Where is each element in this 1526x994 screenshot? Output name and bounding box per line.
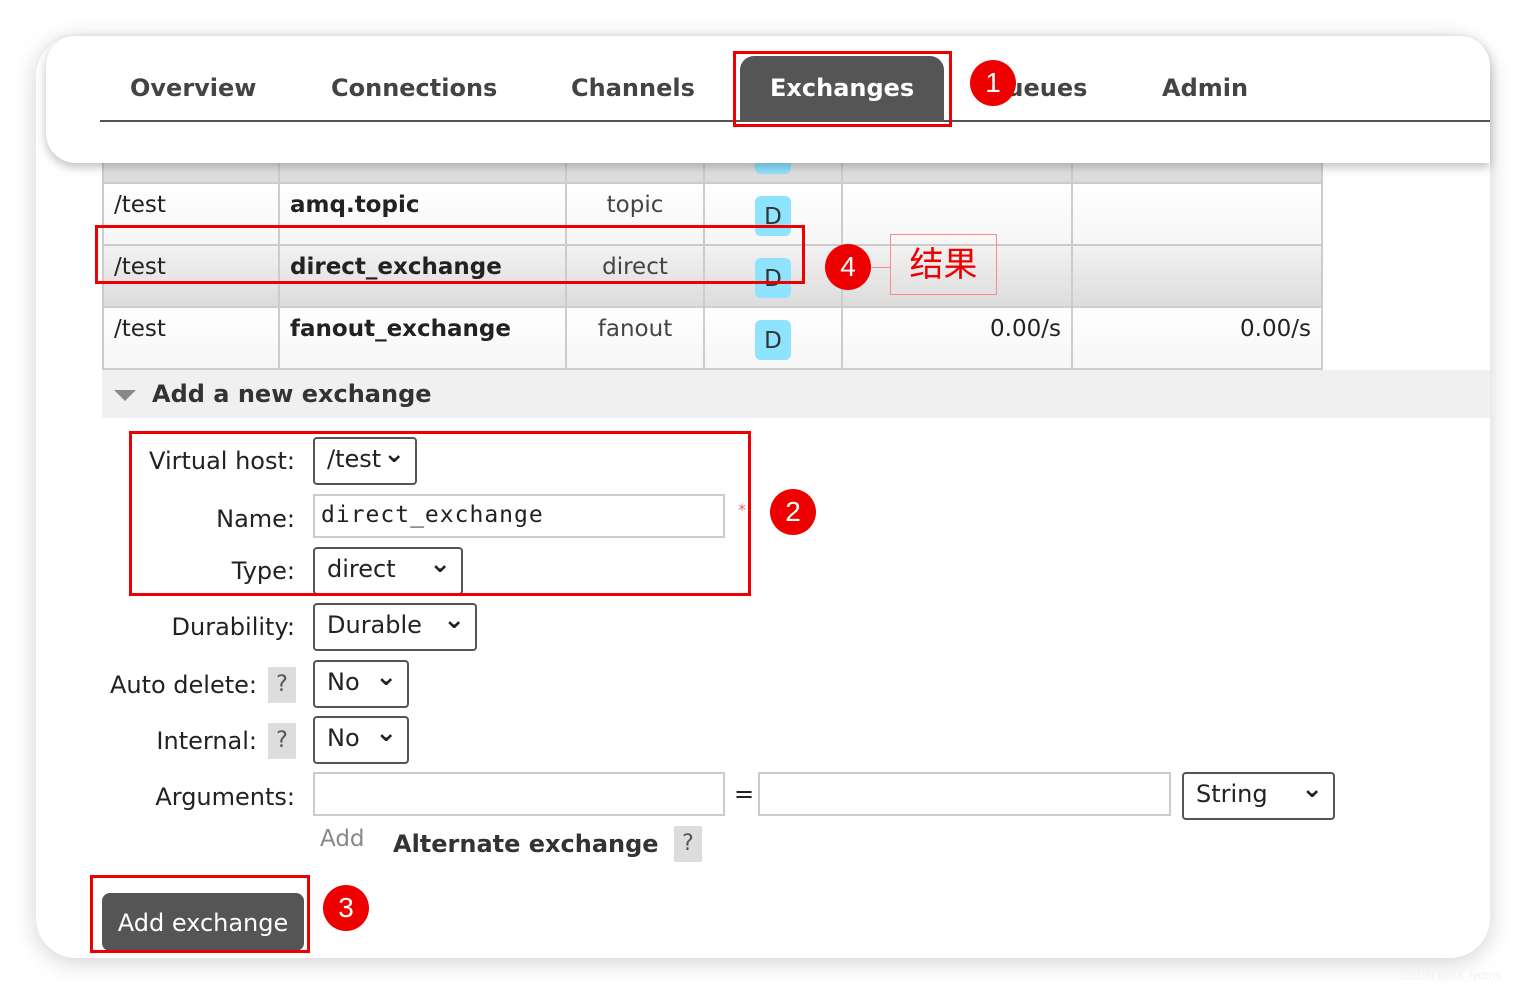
highlight-form-fields [129,431,751,596]
rate-out-cell: 0.00/s [1071,306,1323,370]
rate-in-cell: 0.00/s [841,306,1073,370]
step-1-badge: 1 [970,60,1016,106]
exchange-name-link[interactable]: fanout_exchange [278,306,567,370]
help-icon[interactable]: ? [268,723,296,759]
tab-channels[interactable]: Channels [571,74,695,102]
section-title: Add a new exchange [152,380,432,408]
highlight-result-row [95,225,805,284]
argument-value-input[interactable] [758,772,1171,816]
argument-key-input[interactable] [313,772,725,816]
internal-label: Internal: [156,727,257,755]
argument-type-select[interactable]: String [1182,772,1335,820]
auto-delete-select[interactable]: No [313,660,409,708]
triangle-down-icon [114,390,136,412]
tab-overview[interactable]: Overview [130,74,256,102]
help-icon[interactable]: ? [674,826,702,862]
table-row[interactable]: /test fanout_exchange fanout D 0.00/s 0.00/s [102,306,1323,370]
tab-connections[interactable]: Connections [331,74,497,102]
step-2-badge: 2 [770,489,816,535]
connector-line [871,267,891,268]
tab-admin[interactable]: Admin [1162,74,1248,102]
step-4-badge: 4 [825,244,871,290]
result-label: 结果 [890,234,997,295]
watermark: CSDN @ha_lydms [1400,968,1501,982]
add-argument-link[interactable]: Add [320,826,365,852]
type-cell: fanout [565,306,705,370]
rate-out-cell [1071,244,1323,308]
auto-delete-label: Auto delete: [109,671,257,699]
step-3-badge: 3 [323,885,369,931]
vhost-cell: /test [102,306,280,370]
arguments-label: Arguments: [155,783,295,811]
durability-select[interactable]: Durable [313,603,477,651]
highlight-add-button [90,875,310,953]
durable-badge: D [755,320,791,360]
alternate-exchange-link[interactable]: Alternate exchange [393,830,659,858]
help-icon[interactable]: ? [268,667,296,703]
rate-out-cell [1071,182,1323,246]
add-exchange-section-toggle[interactable]: Add a new exchange [102,370,1490,418]
equals-sign: = [734,780,755,808]
internal-select[interactable]: No [313,716,409,764]
durability-label: Durability: [171,613,295,641]
highlight-exchanges-tab [733,51,952,127]
